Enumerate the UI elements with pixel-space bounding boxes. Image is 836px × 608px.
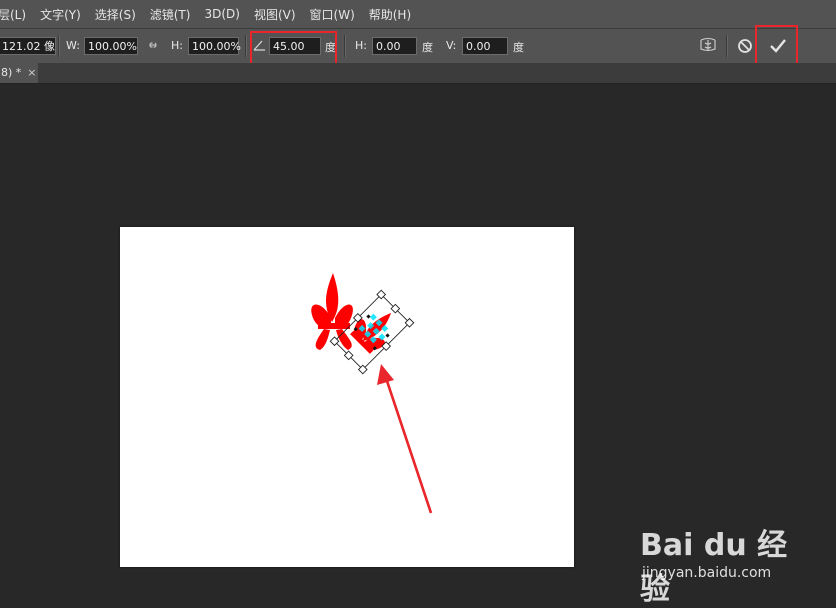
watermark-logo: Bai du 经验 [640, 528, 788, 607]
baidu-jingyan-watermark: Bai du 经验 jingyan.baidu.com [640, 520, 800, 607]
watermark-url: jingyan.baidu.com [642, 565, 772, 581]
canvas-overlay [311, 273, 433, 514]
annotation-arrow [377, 364, 433, 514]
fleur-de-lis-shape[interactable] [311, 273, 353, 350]
